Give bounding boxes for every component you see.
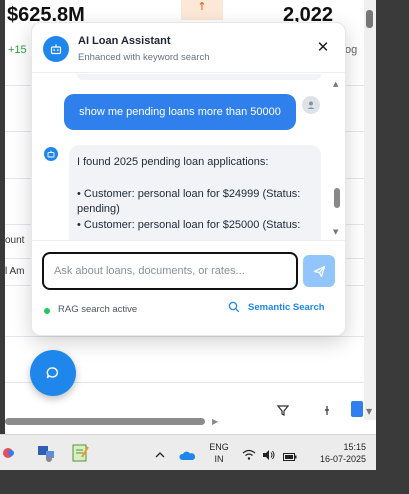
chat-toggle-button[interactable] bbox=[30, 350, 76, 396]
sort-icon[interactable] bbox=[323, 404, 331, 419]
scrollbar-thumb[interactable] bbox=[366, 10, 373, 28]
chat-bubble-icon bbox=[46, 367, 59, 379]
region-code: IN bbox=[214, 454, 224, 464]
result-item: • Customer: personal loan for $25000 (St… bbox=[77, 218, 301, 231]
assistant-intro: I found 2025 pending loan applications: bbox=[77, 156, 269, 168]
message-input[interactable] bbox=[44, 254, 296, 288]
search-icon bbox=[228, 301, 240, 313]
scroll-up-icon[interactable]: ▲ bbox=[333, 80, 338, 88]
semantic-search-label: Semantic Search bbox=[248, 301, 325, 313]
delta-text: +15 bbox=[8, 44, 27, 56]
scrollbar-thumb[interactable] bbox=[334, 188, 340, 208]
date: 16-07-2025 bbox=[319, 454, 366, 464]
chat-header: AI Loan Assistant Enhanced with keyword … bbox=[32, 23, 345, 73]
volume-icon[interactable] bbox=[262, 446, 276, 466]
status-dot bbox=[44, 308, 50, 314]
scroll-down-icon[interactable]: ▼ bbox=[333, 228, 338, 236]
user-icon bbox=[302, 96, 320, 114]
side-tab[interactable] bbox=[351, 401, 363, 417]
taskbar: ENG IN 15:15 16-07-2025 bbox=[0, 434, 376, 470]
bot-icon bbox=[44, 147, 58, 161]
message-list: show me pending loans more than 50000 I … bbox=[32, 74, 345, 240]
send-icon bbox=[313, 265, 325, 277]
composer: RAG search active Semantic Search bbox=[32, 240, 345, 335]
rag-status: RAG search active bbox=[58, 304, 138, 315]
app-icon[interactable] bbox=[2, 443, 20, 463]
time: 15:15 bbox=[343, 442, 366, 452]
message-scrollbar[interactable]: ▲ ▼ bbox=[333, 80, 341, 236]
stat-caption: og bbox=[345, 44, 358, 56]
language-code: ENG bbox=[209, 442, 229, 452]
battery-icon[interactable] bbox=[283, 447, 297, 467]
result-item: • Customer: personal loan for $24999 (St… bbox=[77, 187, 301, 216]
semantic-search-button[interactable]: Semantic Search bbox=[228, 301, 325, 313]
close-button[interactable]: ✕ bbox=[315, 39, 331, 55]
chat-subtitle: Enhanced with keyword search bbox=[78, 52, 210, 63]
assistant-message: I found 2025 pending loan applications: … bbox=[69, 145, 321, 240]
chat-title: AI Loan Assistant bbox=[78, 35, 171, 47]
filter-icon[interactable] bbox=[276, 404, 290, 419]
horizontal-scrollbar-thumb[interactable] bbox=[5, 418, 205, 425]
message-input-wrapper bbox=[42, 252, 298, 290]
divider bbox=[5, 336, 365, 337]
vertical-scrollbar[interactable]: ▼ bbox=[364, 0, 376, 420]
wifi-icon[interactable] bbox=[242, 446, 256, 466]
show-hidden-icons-chevron-icon[interactable] bbox=[155, 445, 165, 465]
previous-message-bubble bbox=[77, 74, 321, 80]
clock[interactable]: 15:15 16-07-2025 bbox=[306, 441, 366, 465]
scroll-down-icon[interactable]: ▼ bbox=[366, 407, 372, 416]
app-window: $625.8M ↑ 2,022 +15 og ount l Am ▶ ▼ AI … bbox=[5, 0, 376, 434]
orange-stat-icon: ↑ bbox=[181, 0, 223, 20]
scroll-right-icon[interactable]: ▶ bbox=[212, 417, 218, 426]
notepad-app-icon[interactable] bbox=[70, 443, 92, 463]
send-button[interactable] bbox=[303, 255, 335, 287]
language-indicator[interactable]: ENG IN bbox=[204, 441, 234, 465]
chat-panel: AI Loan Assistant Enhanced with keyword … bbox=[31, 22, 346, 336]
user-message: show me pending loans more than 50000 bbox=[64, 94, 296, 130]
table-header-fragment: l Am bbox=[5, 266, 25, 277]
network-app-icon[interactable] bbox=[36, 443, 58, 463]
onedrive-cloud-icon[interactable] bbox=[179, 446, 196, 466]
table-header-fragment: ount bbox=[5, 235, 25, 246]
bot-icon bbox=[43, 36, 69, 62]
